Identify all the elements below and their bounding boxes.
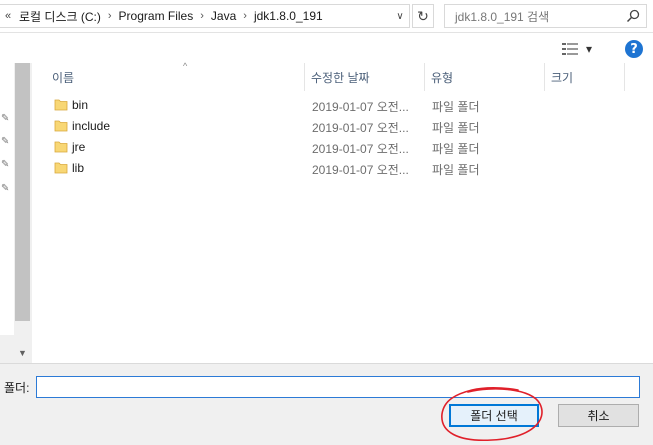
folder-icon xyxy=(54,99,68,111)
scroll-down-arrow-icon[interactable]: ▼ xyxy=(15,345,30,361)
file-modified: 2019-01-07 오전... xyxy=(312,100,409,114)
column-header-type-label: 유형 xyxy=(431,70,454,85)
scrollbar-thumb[interactable] xyxy=(15,63,30,321)
pin-icon[interactable]: ✎ xyxy=(1,136,9,147)
navigation-scrollbar[interactable]: ▼ xyxy=(14,63,32,363)
folder-icon xyxy=(54,141,68,153)
breadcrumb-item-jdk[interactable]: jdk1.8.0_191 xyxy=(251,9,326,23)
breadcrumb-item-local-disk[interactable]: 로컬 디스크 (C:) xyxy=(16,8,104,25)
file-row-lib[interactable]: lib 2019-01-07 오전... 파일 폴더 xyxy=(32,158,653,179)
search-placeholder: jdk1.8.0_191 검색 xyxy=(455,9,550,24)
pin-icon[interactable]: ✎ xyxy=(1,159,9,170)
refresh-button[interactable]: ↻ xyxy=(412,4,434,28)
help-icon[interactable]: ? xyxy=(625,40,643,58)
folder-field-label: 폴더: xyxy=(4,381,30,395)
file-type: 파일 폴더 xyxy=(432,121,480,135)
column-header-type[interactable]: 유형 xyxy=(425,63,545,91)
address-bar-row: « 로컬 디스크 (C:) › Program Files › Java › j… xyxy=(0,0,653,33)
sort-ascending-icon: ^ xyxy=(183,61,188,71)
breadcrumb-item-java[interactable]: Java xyxy=(208,9,239,23)
overflow-crumb-icon[interactable]: « xyxy=(0,10,16,22)
file-list: 이름 ^ 수정한 날짜 유형 크기 bin 2019-01-07 오전... 파… xyxy=(32,61,653,363)
column-header-size[interactable]: 크기 xyxy=(545,63,625,91)
search-input[interactable]: jdk1.8.0_191 검색 xyxy=(444,4,647,28)
file-type: 파일 폴더 xyxy=(432,163,480,177)
file-type: 파일 폴더 xyxy=(432,142,480,156)
pin-icon[interactable]: ✎ xyxy=(1,113,9,124)
chevron-down-icon[interactable]: ▾ xyxy=(586,42,592,56)
address-bar[interactable]: « 로컬 디스크 (C:) › Program Files › Java › j… xyxy=(0,4,410,28)
address-history-dropdown-icon[interactable]: ∨ xyxy=(390,4,410,28)
file-row-jre[interactable]: jre 2019-01-07 오전... 파일 폴더 xyxy=(32,137,653,158)
column-header-name[interactable]: 이름 ^ xyxy=(46,61,305,91)
cancel-button[interactable]: 취소 xyxy=(558,404,639,427)
view-options-button[interactable]: ▾ xyxy=(562,40,602,58)
breadcrumb: 로컬 디스크 (C:) › Program Files › Java › jdk… xyxy=(16,8,326,25)
file-modified: 2019-01-07 오전... xyxy=(312,142,409,156)
chevron-right-icon[interactable]: › xyxy=(196,10,208,22)
file-modified: 2019-01-07 오전... xyxy=(312,121,409,135)
file-row-include[interactable]: include 2019-01-07 오전... 파일 폴더 xyxy=(32,116,653,137)
file-type: 파일 폴더 xyxy=(432,100,480,114)
file-row-bin[interactable]: bin 2019-01-07 오전... 파일 폴더 xyxy=(32,95,653,116)
breadcrumb-item-program-files[interactable]: Program Files xyxy=(116,9,197,23)
file-modified: 2019-01-07 오전... xyxy=(312,163,409,177)
folder-icon xyxy=(54,162,68,174)
file-name: include xyxy=(72,119,111,133)
navigation-pane: ✎ ✎ ✎ ✎ xyxy=(0,63,14,363)
column-header-modified[interactable]: 수정한 날짜 xyxy=(305,63,425,91)
navigation-pane-footer xyxy=(0,335,14,363)
file-name: jre xyxy=(72,140,86,154)
search-icon[interactable] xyxy=(626,9,640,23)
chevron-right-icon[interactable]: › xyxy=(104,10,116,22)
column-header-size-label: 크기 xyxy=(551,70,574,85)
file-name: lib xyxy=(72,161,85,175)
chevron-right-icon[interactable]: › xyxy=(239,10,251,22)
divider xyxy=(0,363,653,364)
file-name: bin xyxy=(72,98,89,112)
details-view-icon xyxy=(562,43,578,55)
folder-name-field[interactable] xyxy=(36,376,640,398)
pin-icon[interactable]: ✎ xyxy=(1,183,9,194)
toolbar: ▾ ? xyxy=(0,33,653,63)
select-folder-button[interactable]: 폴더 선택 xyxy=(449,404,539,427)
column-header-modified-label: 수정한 날짜 xyxy=(311,70,370,85)
column-header-name-label: 이름 xyxy=(52,70,75,85)
folder-icon xyxy=(54,120,68,132)
